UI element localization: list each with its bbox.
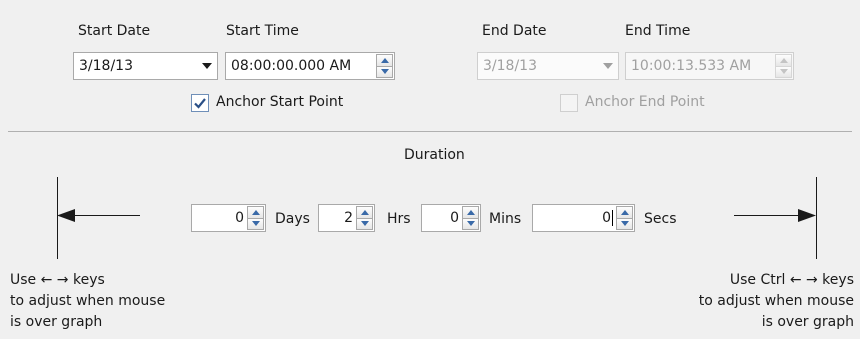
- spin-down-icon[interactable]: [248, 217, 263, 229]
- hours-spin-buttons: [356, 206, 373, 230]
- seconds-value: 0: [602, 210, 611, 226]
- seconds-spin-buttons: [616, 206, 633, 230]
- spin-up-icon[interactable]: [248, 207, 263, 218]
- anchor-end-checkbox: [560, 94, 578, 112]
- start-time-spin-buttons: [376, 54, 393, 78]
- seconds-value-wrap[interactable]: 0: [533, 210, 616, 226]
- end-time-value: 10:00:13.533 AM: [631, 58, 752, 74]
- end-time-label: End Time: [625, 23, 691, 39]
- minutes-spin-buttons: [462, 206, 479, 230]
- hours-value[interactable]: 2: [319, 210, 356, 226]
- spin-down-icon[interactable]: [357, 217, 372, 229]
- arrow-left-icon: [57, 209, 75, 222]
- chevron-down-icon: [598, 63, 618, 69]
- start-time-label: Start Time: [226, 23, 299, 39]
- start-date-label: Start Date: [78, 23, 151, 39]
- end-date-label: End Date: [482, 23, 547, 39]
- spin-down-icon[interactable]: [377, 65, 392, 77]
- seconds-label: Secs: [644, 211, 677, 227]
- hours-spinner[interactable]: 2: [318, 204, 375, 232]
- spin-up-icon: [776, 55, 791, 66]
- spin-down-icon: [776, 65, 791, 77]
- start-time-value[interactable]: 08:00:00.000 AM: [226, 58, 376, 74]
- end-date-value: 3/18/13: [483, 58, 537, 74]
- left-hint-line-1: Use ← → keys: [10, 272, 105, 288]
- days-spin-buttons: [247, 206, 264, 230]
- minutes-spinner[interactable]: 0: [421, 204, 481, 232]
- anchor-start-label[interactable]: Anchor Start Point: [216, 94, 343, 110]
- duration-title: Duration: [404, 147, 465, 163]
- left-keys-hint: Use ← → keys to adjust when mouse is ove…: [10, 270, 165, 333]
- right-keys-hint: Use Ctrl ← → keys to adjust when mouse i…: [699, 270, 854, 333]
- end-date-picker: 3/18/13: [477, 52, 619, 80]
- end-time-spinner: 10:00:13.533 AM: [625, 52, 794, 80]
- anchor-start-checkbox[interactable]: [191, 94, 209, 112]
- spin-up-icon[interactable]: [377, 55, 392, 66]
- right-hint-line-2: to adjust when mouse: [698, 293, 854, 309]
- seconds-spinner[interactable]: 0: [532, 204, 635, 232]
- start-date-value: 3/18/13: [79, 58, 133, 74]
- anchor-end-label: Anchor End Point: [585, 94, 705, 110]
- minutes-value[interactable]: 0: [422, 210, 462, 226]
- start-date-picker[interactable]: 3/18/13: [73, 52, 218, 80]
- chevron-down-icon[interactable]: [197, 63, 217, 69]
- arrow-right-icon: [798, 209, 816, 222]
- section-divider: [8, 131, 852, 132]
- spin-up-icon[interactable]: [463, 207, 478, 218]
- spin-up-icon[interactable]: [357, 207, 372, 218]
- end-time-spin-buttons: [775, 54, 792, 78]
- text-caret: [612, 210, 613, 226]
- left-hint-line-2: to adjust when mouse: [10, 293, 166, 309]
- right-hint-line-1: Use Ctrl ← → keys: [729, 272, 854, 288]
- days-spinner[interactable]: 0: [191, 204, 266, 232]
- days-label: Days: [275, 211, 310, 227]
- minutes-label: Mins: [489, 211, 522, 227]
- spin-down-icon[interactable]: [463, 217, 478, 229]
- start-time-spinner[interactable]: 08:00:00.000 AM: [225, 52, 395, 80]
- right-boundary-line: [816, 177, 817, 259]
- left-hint-line-3: is over graph: [10, 314, 103, 330]
- spin-down-icon[interactable]: [617, 217, 632, 229]
- spin-up-icon[interactable]: [617, 207, 632, 218]
- hours-label: Hrs: [387, 211, 411, 227]
- checkmark-icon: [194, 98, 206, 109]
- right-hint-line-3: is over graph: [761, 314, 854, 330]
- days-value[interactable]: 0: [192, 210, 247, 226]
